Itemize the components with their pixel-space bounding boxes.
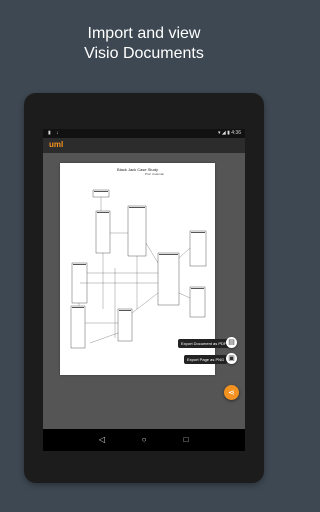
status-time: ▾ ◢ ▮ 4:36 <box>217 130 241 136</box>
app-bar: uml <box>43 138 245 153</box>
image-icon[interactable]: ▣ <box>226 353 237 364</box>
tablet-screen: ▮ ↓ ▾ ◢ ▮ 4:36 uml Black Jack Case Study… <box>43 129 245 451</box>
status-icons-left: ▮ ↓ <box>48 130 61 136</box>
promo-headline: Import and view Visio Documents <box>0 24 288 64</box>
android-nav-bar: ◁ ○ □ <box>43 429 245 451</box>
home-icon[interactable]: ○ <box>138 434 150 446</box>
export-png-label[interactable]: Export Page as PNG <box>184 355 228 364</box>
share-icon[interactable]: ⋖ <box>224 385 239 400</box>
headline-line-1: Import and view <box>87 25 201 42</box>
headline-line-2: Visio Documents <box>84 45 204 62</box>
export-pdf-label[interactable]: Export Document as PDF <box>178 339 230 348</box>
recents-icon[interactable]: □ <box>180 434 192 446</box>
back-icon[interactable]: ◁ <box>96 434 108 446</box>
pdf-icon[interactable]: ▤ <box>226 337 237 348</box>
status-bar: ▮ ↓ ▾ ◢ ▮ 4:36 <box>43 129 245 138</box>
app-title: uml <box>49 140 64 149</box>
tablet-frame: ▮ ↓ ▾ ◢ ▮ 4:36 uml Black Jack Case Study… <box>24 93 264 483</box>
